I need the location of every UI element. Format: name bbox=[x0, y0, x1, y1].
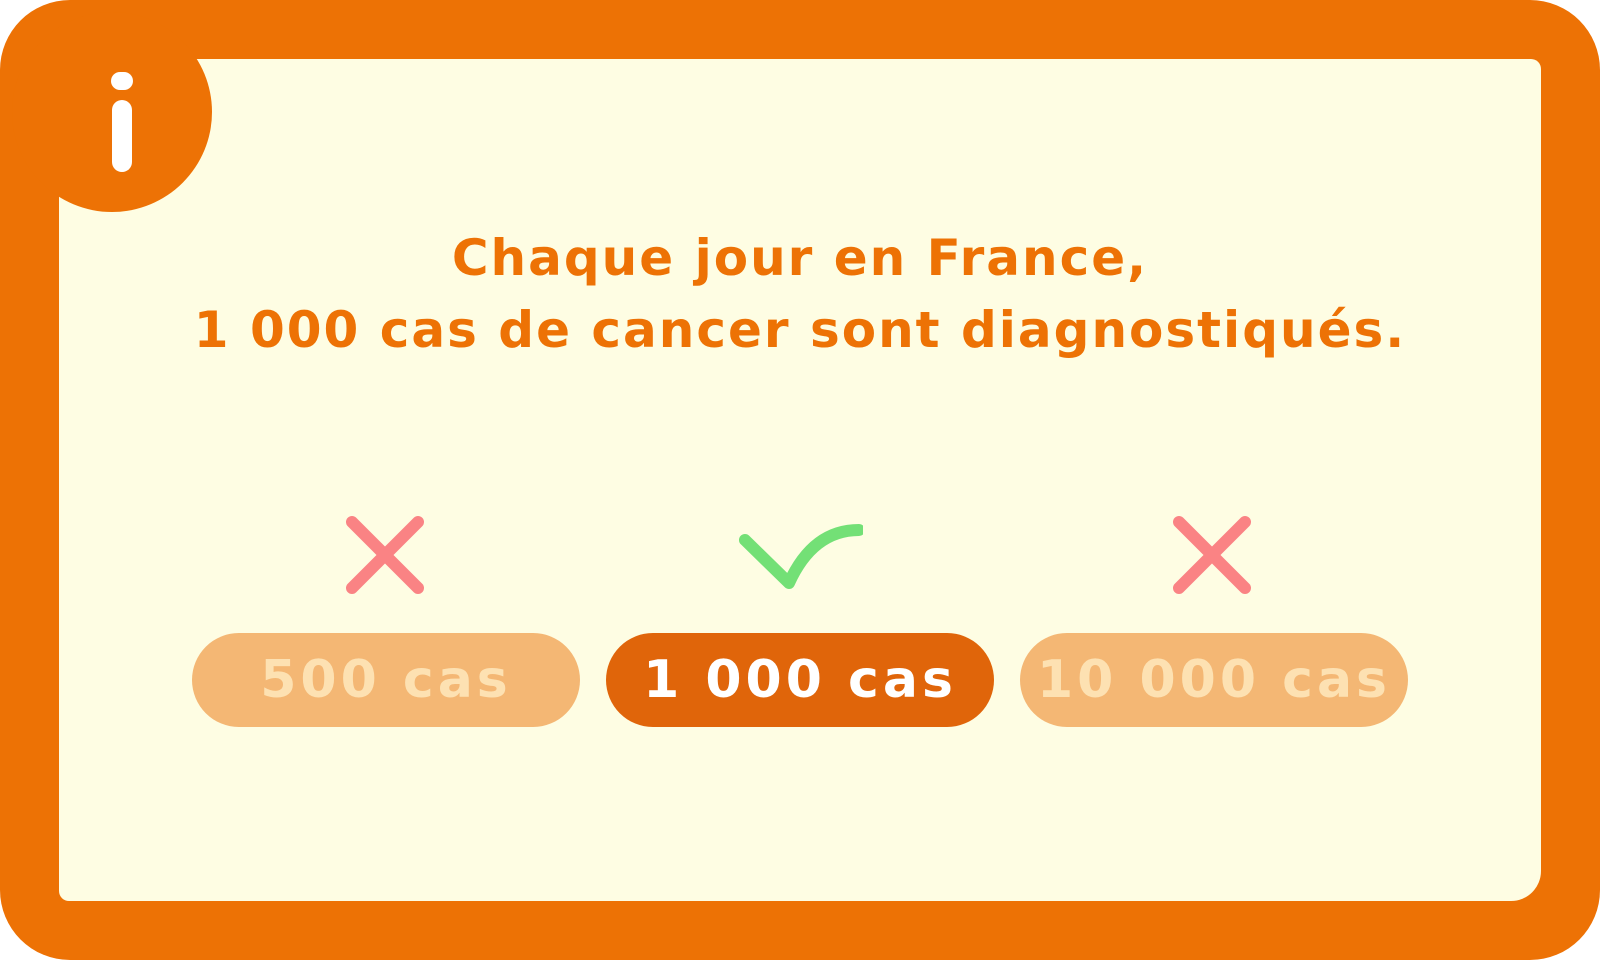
headline-line-2: 1 000 cas de cancer sont diagnostiqués. bbox=[193, 301, 1407, 359]
headline: Chaque jour en France, 1 000 cas de canc… bbox=[0, 222, 1600, 366]
info-card-body bbox=[59, 59, 1541, 901]
info-icon bbox=[111, 72, 133, 172]
info-badge bbox=[12, 12, 212, 212]
info-card-frame bbox=[0, 0, 1600, 960]
option-500-cas[interactable]: 500 cas bbox=[192, 633, 580, 727]
option-10000-cas[interactable]: 10 000 cas bbox=[1020, 633, 1408, 727]
headline-line-1: Chaque jour en France, bbox=[451, 229, 1149, 287]
cross-icon bbox=[1173, 516, 1251, 594]
cross-icon bbox=[346, 516, 424, 594]
option-1000-cas[interactable]: 1 000 cas bbox=[606, 633, 994, 727]
check-icon bbox=[739, 524, 863, 589]
